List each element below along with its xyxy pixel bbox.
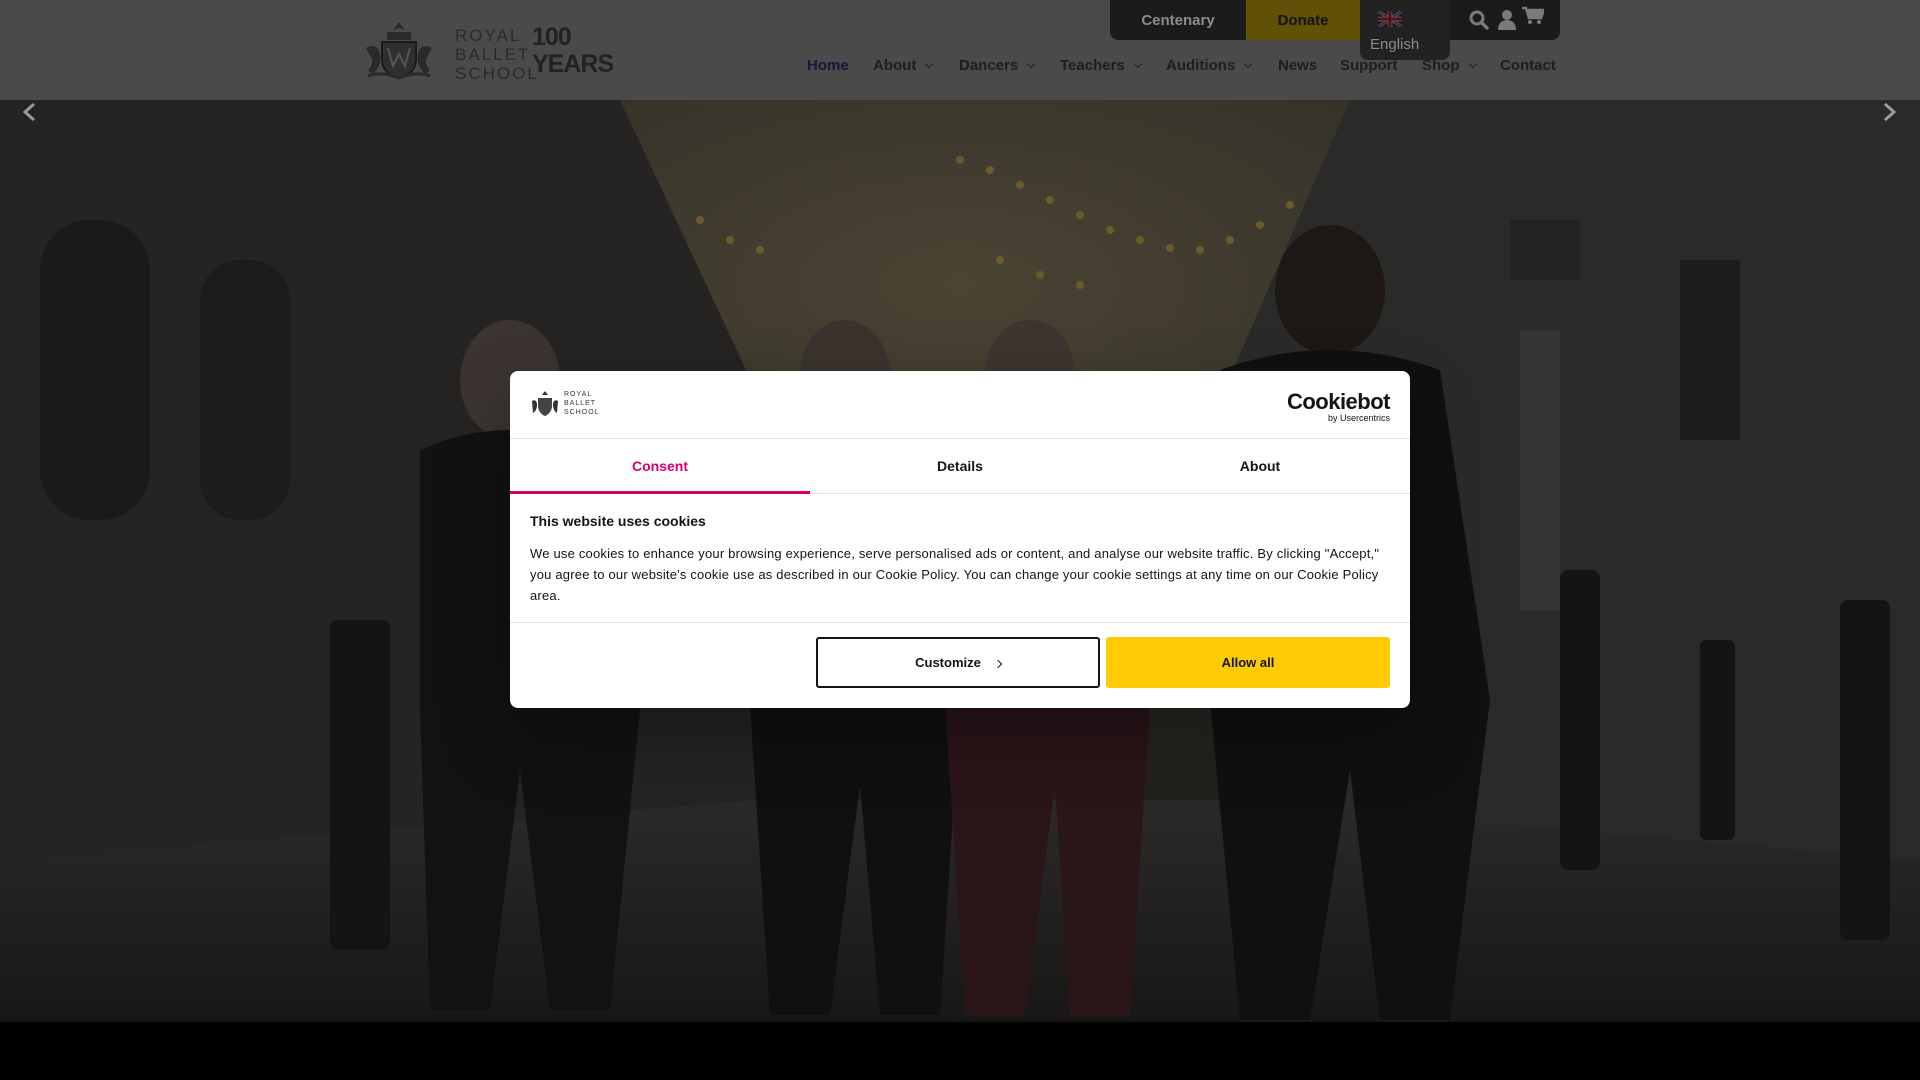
logo-line-3: SCHOOL [564, 409, 600, 416]
nav-label: Contact [1500, 57, 1556, 74]
nav-label: Teachers [1060, 57, 1125, 74]
cart-icon[interactable] [1522, 6, 1544, 26]
chevron-down-icon [1026, 59, 1036, 68]
nav-label: Shop [1422, 57, 1460, 74]
logo-wordmark: ROYAL BALLET SCHOOL [455, 26, 539, 83]
chevron-right-icon [993, 659, 1003, 668]
site-header: ROYAL BALLET SCHOOL 100 YEARS Centenary … [0, 0, 1920, 100]
allow-all-button[interactable]: Allow all [1106, 637, 1390, 688]
centenary-button[interactable]: Centenary [1110, 0, 1246, 40]
customize-button[interactable]: Customize [816, 637, 1100, 688]
donate-button[interactable]: Donate [1246, 0, 1360, 40]
cookiebot-byline: by Usercentrics [1327, 413, 1390, 423]
language-selector[interactable]: English [1360, 0, 1450, 60]
dialog-header: ROYAL BALLET SCHOOL Cookiebot by Usercen… [510, 371, 1410, 439]
cookie-consent-dialog: ROYAL BALLET SCHOOL Cookiebot by Usercen… [510, 371, 1410, 708]
chevron-down-icon [925, 59, 934, 68]
chevron-down-icon [1133, 59, 1143, 68]
nav-label: Dancers [959, 57, 1019, 74]
nav-item-contact[interactable]: Contact [1500, 57, 1556, 74]
logo-line-1: ROYAL [564, 391, 593, 398]
chevron-right-icon[interactable] [1877, 100, 1901, 124]
tab-details[interactable]: Details [810, 438, 1110, 493]
cookiebot-logo[interactable]: Cookiebot by Usercentrics [1286, 389, 1391, 424]
nav-label: News [1278, 57, 1318, 74]
nav-item-shop[interactable]: Shop [1422, 57, 1477, 74]
crest-icon [366, 22, 432, 80]
logo-line-2: BALLET [564, 400, 597, 407]
nav-label: Support [1340, 57, 1398, 74]
tab-about[interactable]: About [1110, 438, 1410, 493]
royal-ballet-school-logo: ROYAL BALLET SCHOOL [530, 389, 605, 419]
nav-item-auditions[interactable]: Auditions [1166, 57, 1253, 74]
nav-label: Auditions [1166, 57, 1236, 74]
chevron-down-icon [1243, 59, 1253, 68]
nav-item-about[interactable]: About [873, 57, 934, 74]
uk-flag-icon [1378, 11, 1402, 27]
nav-item-support[interactable]: Support [1340, 57, 1398, 74]
dialog-tabs: Consent Details About [510, 438, 1410, 494]
header-icon-bar [1450, 0, 1560, 40]
dialog-body: This website uses cookies We use cookies… [530, 513, 1390, 606]
royal-ballet-school-logo[interactable]: ROYAL BALLET SCHOOL 100 YEARS [360, 18, 614, 83]
logo-line-3: SCHOOL [455, 64, 539, 83]
customize-label: Customize [915, 655, 981, 670]
nav-item-news[interactable]: News [1278, 57, 1317, 74]
dialog-title: This website uses cookies [530, 513, 706, 529]
chevron-down-icon [1468, 59, 1477, 68]
page-footer-band [0, 1022, 1920, 1080]
chevron-left-icon[interactable] [18, 100, 42, 124]
tab-consent[interactable]: Consent [510, 438, 810, 494]
dialog-footer: Customize Allow all [510, 622, 1410, 709]
nav-label: About [873, 57, 917, 74]
nav-label: Home [807, 57, 849, 74]
dialog-text: We use cookies to enhance your browsing … [530, 546, 1380, 603]
cookiebot-name: Cookiebot [1286, 389, 1391, 414]
nav-item-dancers[interactable]: Dancers [959, 57, 1036, 74]
dialog-logo-wordmark: ROYAL BALLET SCHOOL [564, 390, 600, 417]
logo-line-2: BALLET [455, 45, 531, 64]
user-icon[interactable] [1497, 9, 1517, 31]
nav-item-teachers[interactable]: Teachers [1060, 57, 1143, 74]
nav-item-home[interactable]: Home [807, 57, 849, 74]
crest-icon [532, 391, 558, 416]
centenary-wordmark: 100 YEARS [532, 23, 614, 78]
logo-line-1: ROYAL [455, 26, 522, 45]
search-icon[interactable] [1469, 10, 1489, 30]
language-label: English [1370, 36, 1420, 53]
centenary-years: YEARS [532, 50, 614, 78]
centenary-number: 100 [532, 23, 572, 51]
